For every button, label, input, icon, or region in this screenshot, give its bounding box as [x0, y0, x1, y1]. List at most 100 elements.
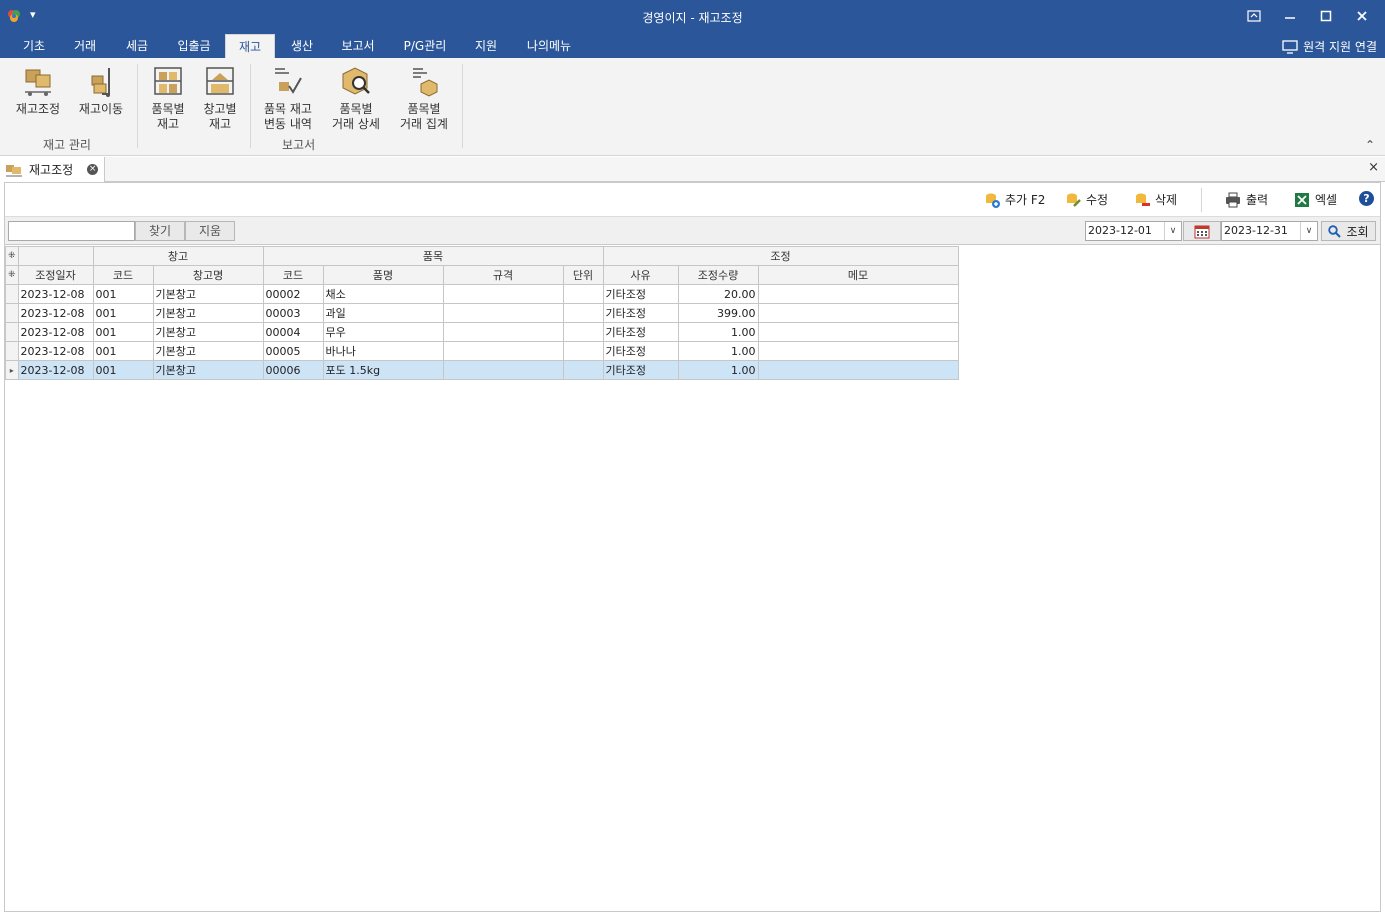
minimize-button[interactable] — [1273, 5, 1307, 27]
cell-item-code[interactable]: 00002 — [262, 284, 324, 304]
cell-memo[interactable] — [757, 322, 959, 342]
remote-support-link[interactable]: 원격 지원 연결 — [1282, 38, 1377, 55]
chevron-down-icon[interactable]: ∨ — [1300, 222, 1317, 240]
date-to-field[interactable]: 2023-12-31 ∨ — [1221, 221, 1318, 241]
tab-basic[interactable]: 기초 — [12, 34, 56, 58]
help-button[interactable]: ? — [1359, 191, 1374, 206]
cell-warehouse-code[interactable]: 001 — [92, 360, 154, 380]
search-input[interactable] — [8, 221, 135, 241]
col-header-reason[interactable]: 사유 — [602, 265, 679, 285]
cell-warehouse-code[interactable]: 001 — [92, 322, 154, 342]
tab-cash[interactable]: 입출금 — [166, 34, 222, 58]
cell-warehouse-code[interactable]: 001 — [92, 284, 154, 304]
col-header-unit[interactable]: 단위 — [562, 265, 604, 285]
cell-unit[interactable] — [562, 341, 604, 361]
edit-button[interactable]: 수정 — [1065, 191, 1108, 208]
tab-production[interactable]: 생산 — [280, 34, 324, 58]
cell-item-name[interactable]: 포도 1.5kg — [322, 360, 444, 380]
tab-pg[interactable]: P/G관리 — [393, 34, 457, 58]
date-from-field[interactable]: 2023-12-01 ∨ — [1085, 221, 1182, 241]
cell-memo[interactable] — [757, 360, 959, 380]
chevron-down-icon[interactable]: ∨ — [1164, 222, 1181, 240]
cell-date[interactable]: 2023-12-08 — [17, 284, 94, 304]
row-indicator[interactable] — [5, 341, 19, 361]
query-button[interactable]: 조회 — [1321, 221, 1376, 241]
cell-spec[interactable] — [442, 341, 564, 361]
cell-item-name[interactable]: 채소 — [322, 284, 444, 304]
table-row[interactable]: 2023-12-08 001 기본창고 00002 채소 기타조정 20.00 — [5, 284, 959, 304]
close-all-tabs-icon[interactable]: × — [1368, 160, 1379, 175]
cell-unit[interactable] — [562, 303, 604, 323]
cell-memo[interactable] — [757, 303, 959, 323]
cell-quantity[interactable]: 399.00 — [677, 303, 759, 323]
cell-reason[interactable]: 기타조정 — [602, 303, 679, 323]
cell-spec[interactable] — [442, 322, 564, 342]
inventory-adjust-button[interactable]: 재고조정 — [10, 64, 66, 117]
cell-date[interactable]: 2023-12-08 — [17, 303, 94, 323]
cell-item-code[interactable]: 00004 — [262, 322, 324, 342]
find-button[interactable]: 찾기 — [135, 221, 185, 241]
cell-item-name[interactable]: 무우 — [322, 322, 444, 342]
inventory-move-button[interactable]: 재고이동 — [73, 64, 129, 117]
collapse-ribbon-button[interactable]: ⌃ — [1365, 138, 1375, 152]
col-header-item-code[interactable]: 코드 — [262, 265, 324, 285]
restore-ribbon-button[interactable] — [1237, 5, 1271, 27]
trade-summary-by-item-button[interactable]: 품목별 거래 집계 — [394, 64, 454, 132]
cell-reason[interactable]: 기타조정 — [602, 284, 679, 304]
cell-quantity[interactable]: 1.00 — [677, 341, 759, 361]
stock-change-history-button[interactable]: 품목 재고 변동 내역 — [258, 64, 318, 132]
cell-date[interactable]: 2023-12-08 — [17, 341, 94, 361]
cell-quantity[interactable]: 1.00 — [677, 322, 759, 342]
cell-item-name[interactable]: 과일 — [322, 303, 444, 323]
cell-memo[interactable] — [757, 284, 959, 304]
col-header-warehouse-name[interactable]: 창고명 — [152, 265, 264, 285]
table-row[interactable]: 2023-12-08 001 기본창고 00003 과일 기타조정 399.00 — [5, 303, 959, 323]
row-indicator[interactable] — [5, 322, 19, 342]
col-header-memo[interactable]: 메모 — [757, 265, 959, 285]
cell-spec[interactable] — [442, 360, 564, 380]
cell-unit[interactable] — [562, 322, 604, 342]
delete-button[interactable]: 삭제 — [1134, 191, 1177, 208]
excel-button[interactable]: 엑셀 — [1294, 191, 1337, 208]
cell-reason[interactable]: 기타조정 — [602, 360, 679, 380]
tab-support[interactable]: 지원 — [464, 34, 508, 58]
cell-quantity[interactable]: 1.00 — [677, 360, 759, 380]
maximize-button[interactable] — [1309, 5, 1343, 27]
cell-spec[interactable] — [442, 284, 564, 304]
cell-date[interactable]: 2023-12-08 — [17, 360, 94, 380]
doc-tab-inventory-adjust[interactable]: 재고조정 × — [0, 157, 105, 182]
col-header-spec[interactable]: 규격 — [442, 265, 564, 285]
row-indicator[interactable]: ▸ — [5, 360, 19, 380]
tab-inventory[interactable]: 재고 — [225, 34, 275, 58]
row-indicator[interactable] — [5, 284, 19, 304]
cell-reason[interactable]: 기타조정 — [602, 341, 679, 361]
col-header-date[interactable]: 조정일자 — [17, 265, 94, 285]
cell-item-name[interactable]: 바나나 — [322, 341, 444, 361]
cell-date[interactable]: 2023-12-08 — [17, 322, 94, 342]
print-button[interactable]: 출력 — [1225, 191, 1268, 208]
close-tab-icon[interactable]: × — [87, 164, 99, 175]
close-button[interactable] — [1345, 5, 1379, 27]
trade-detail-by-item-button[interactable]: 품목별 거래 상세 — [326, 64, 386, 132]
cell-unit[interactable] — [562, 360, 604, 380]
cell-item-code[interactable]: 00005 — [262, 341, 324, 361]
table-row[interactable]: 2023-12-08 001 기본창고 00005 바나나 기타조정 1.00 — [5, 341, 959, 361]
cell-warehouse-name[interactable]: 기본창고 — [152, 322, 264, 342]
col-header-item-name[interactable]: 품명 — [322, 265, 444, 285]
add-button[interactable]: 추가 F2 — [984, 191, 1045, 208]
cell-quantity[interactable]: 20.00 — [677, 284, 759, 304]
cell-memo[interactable] — [757, 341, 959, 361]
tab-my-menu[interactable]: 나의메뉴 — [515, 34, 583, 58]
cell-warehouse-name[interactable]: 기본창고 — [152, 341, 264, 361]
cell-warehouse-code[interactable]: 001 — [92, 341, 154, 361]
clear-button[interactable]: 지움 — [185, 221, 235, 241]
cell-spec[interactable] — [442, 303, 564, 323]
col-header-quantity[interactable]: 조정수량 — [677, 265, 759, 285]
row-indicator[interactable] — [5, 303, 19, 323]
cell-reason[interactable]: 기타조정 — [602, 322, 679, 342]
cell-unit[interactable] — [562, 284, 604, 304]
calendar-button[interactable] — [1183, 221, 1221, 241]
tab-trade[interactable]: 거래 — [62, 34, 108, 58]
tab-tax[interactable]: 세금 — [114, 34, 160, 58]
col-header-warehouse-code[interactable]: 코드 — [92, 265, 154, 285]
